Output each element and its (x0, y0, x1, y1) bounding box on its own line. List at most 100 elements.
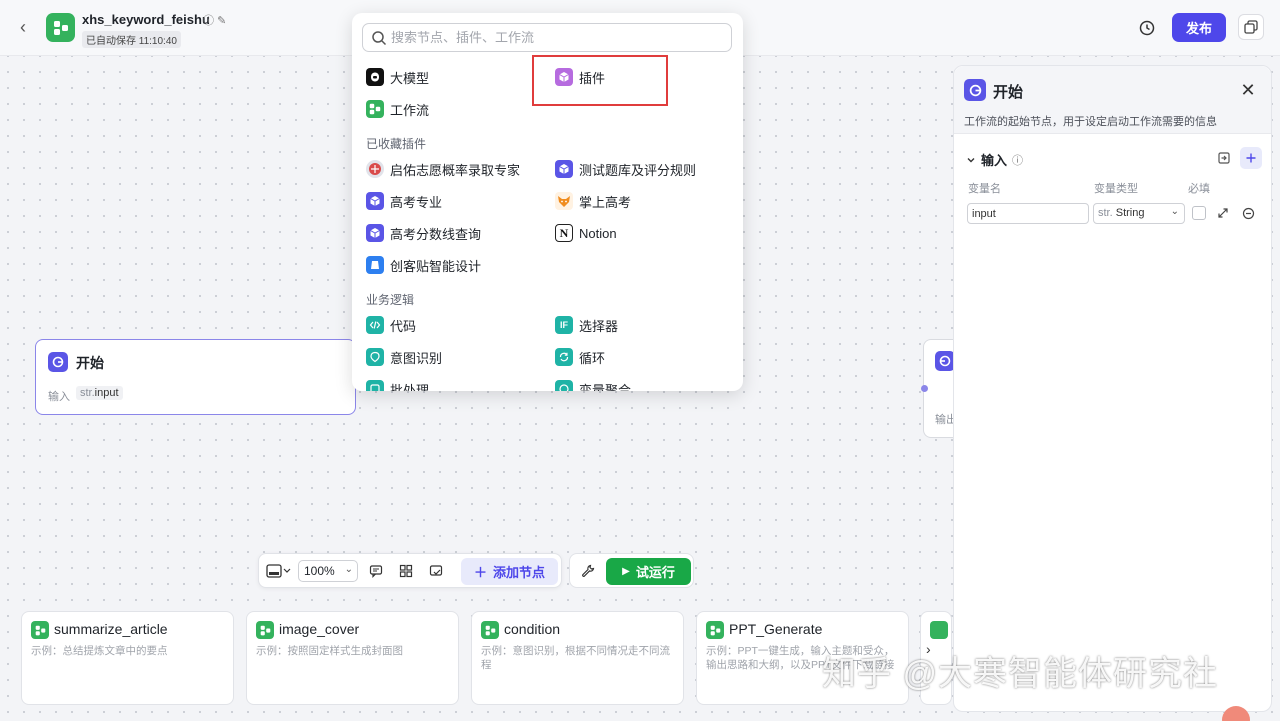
start-node-title: 开始 (76, 355, 104, 371)
template-title: summarize_article (54, 621, 168, 637)
workflow-icon (481, 621, 499, 639)
play-icon: ▶ (622, 566, 630, 577)
info-icon[interactable]: ⓘ (1012, 152, 1023, 168)
edit-icon[interactable]: ✎ (217, 15, 226, 27)
panel-title: 开始 (993, 84, 1024, 101)
search-icon (371, 30, 387, 46)
menu-item-llm[interactable]: 大模型 (366, 66, 429, 88)
menu-item-favorite[interactable]: 掌上高考 (555, 190, 631, 212)
menu-item-code[interactable]: 代码 (366, 314, 416, 336)
add-node-button[interactable]: ＋ 添加节点 (461, 558, 558, 585)
template-title: condition (504, 621, 561, 637)
plugin-icon (555, 160, 573, 178)
autosave-status: 已自动保存 11:10:40 (82, 31, 181, 48)
end-node-input-port[interactable] (921, 385, 928, 392)
menu-item-plugin[interactable]: 插件 (555, 66, 605, 88)
menu-item-intent[interactable]: 意图识别 (366, 346, 442, 368)
column-header-required: 必填 (1188, 183, 1210, 195)
panel-header: 开始 ✕ 工作流的起始节点，用于设定启动工作流需要的信息 (954, 66, 1271, 134)
zoom-select[interactable]: 100% ⌄ (298, 560, 358, 582)
menu-item-favorite[interactable]: 启佑志愿概率录取专家 (366, 158, 520, 180)
start-node-input-chip: str.input (76, 386, 123, 400)
llm-icon (366, 68, 384, 86)
template-card[interactable]: summarize_article 示例：总结提炼文章中的要点 (21, 611, 234, 705)
publish-button[interactable]: 发布 (1172, 13, 1226, 42)
plus-icon: ＋ (473, 565, 487, 580)
add-node-menu: 大模型 插件 工作流 已收藏插件 启佑志愿概率录取专家 测试题库及评分规则 高考… (352, 13, 743, 391)
start-node-input-label: 输入 (48, 391, 70, 403)
favorites-section-title: 已收藏插件 (366, 137, 427, 151)
remove-icon[interactable] (1237, 202, 1259, 224)
input-section-title: 输入 (981, 153, 1008, 168)
back-arrow-icon[interactable]: ‹ (20, 18, 36, 36)
menu-item-favorite[interactable]: 测试题库及评分规则 (555, 158, 696, 180)
image-export-icon[interactable] (427, 562, 445, 580)
menu-item-loop[interactable]: 循环 (555, 346, 605, 368)
variable-type-select[interactable]: str. String ⌄ (1093, 203, 1185, 224)
template-title: PPT_Generate (729, 621, 823, 637)
intent-icon (366, 348, 384, 366)
menu-item-favorite[interactable]: 创客贴智能设计 (366, 254, 481, 276)
variable-name-input[interactable] (967, 203, 1089, 224)
node-search-input[interactable] (391, 24, 721, 51)
menu-item-favorite[interactable]: 高考专业 (366, 190, 442, 212)
watermark: 知乎 @大寒智能体研究社 (822, 655, 1218, 693)
notion-icon: N (555, 224, 573, 242)
menu-item-batch[interactable]: 批处理 (366, 378, 429, 391)
minimap-icon[interactable] (265, 562, 293, 580)
start-node[interactable]: 开始 输入 str.input (35, 339, 356, 415)
node-search-box[interactable] (362, 23, 732, 52)
menu-item-favorite[interactable]: N Notion (555, 222, 617, 244)
canvas-toolbar: 100% ⌄ ＋ 添加节点 (258, 553, 562, 588)
template-card[interactable]: image_cover 示例：按照固定样式生成封面图 (246, 611, 459, 705)
info-icon[interactable]: ⓘ (203, 15, 214, 27)
plugin-icon (555, 68, 573, 86)
chevron-down-icon: ⌄ (1170, 206, 1179, 217)
debug-wrench-icon[interactable] (579, 562, 597, 580)
run-toolbar: ▶ 试运行 (569, 553, 694, 588)
template-title: image_cover (279, 621, 360, 637)
aggregate-icon (555, 380, 573, 391)
workflow-icon (706, 621, 724, 639)
start-node-config-panel: 开始 ✕ 工作流的起始节点，用于设定启动工作流需要的信息 输入 ⓘ 变量名 变量… (953, 65, 1272, 712)
history-clock-icon[interactable] (1137, 18, 1157, 38)
plugin-icon (366, 224, 384, 242)
menu-item-favorite[interactable]: 高考分数线查询 (366, 222, 481, 244)
column-header-name: 变量名 (968, 183, 1001, 195)
fox-icon (555, 192, 573, 210)
workflow-app-icon (46, 13, 75, 42)
chuangkit-icon (366, 256, 384, 274)
chevron-down-icon: ⌄ (344, 564, 353, 575)
start-node-icon (964, 79, 986, 101)
menu-item-workflow[interactable]: 工作流 (366, 98, 429, 120)
copy-icon[interactable] (1238, 14, 1264, 40)
template-description: 示例：按照固定样式生成封面图 (256, 645, 403, 657)
batch-icon (366, 380, 384, 391)
required-checkbox[interactable] (1192, 206, 1206, 220)
test-run-button[interactable]: ▶ 试运行 (606, 558, 691, 585)
code-icon (366, 316, 384, 334)
template-description: 示例：意图识别，根据不同情况走不同流程 (481, 645, 670, 671)
workflow-icon (930, 621, 948, 639)
panel-description: 工作流的起始节点，用于设定启动工作流需要的信息 (964, 116, 1217, 128)
menu-item-selector[interactable]: IF 选择器 (555, 314, 618, 336)
column-header-type: 变量类型 (1094, 183, 1138, 195)
close-icon[interactable]: ✕ (1238, 80, 1258, 100)
comment-icon[interactable] (367, 562, 385, 580)
menu-item-aggregate[interactable]: 变量聚合 (555, 378, 631, 391)
template-description: 示例：总结提炼文章中的要点 (31, 645, 168, 657)
chevron-down-icon (967, 157, 975, 162)
layout-grid-icon[interactable] (397, 562, 415, 580)
if-icon: IF (555, 316, 573, 334)
workflow-icon (366, 100, 384, 118)
template-card[interactable]: condition 示例：意图识别，根据不同情况走不同流程 (471, 611, 684, 705)
app-title: xhs_keyword_feishu (82, 12, 210, 27)
plugin-icon (366, 192, 384, 210)
expand-icon[interactable] (1212, 202, 1234, 224)
add-variable-icon[interactable] (1240, 147, 1262, 169)
input-section-toggle[interactable]: 输入 ⓘ (966, 150, 1023, 169)
start-node-icon (48, 352, 68, 372)
logic-section-title: 业务逻辑 (366, 293, 415, 307)
workflow-icon (256, 621, 274, 639)
import-icon[interactable] (1213, 147, 1235, 169)
